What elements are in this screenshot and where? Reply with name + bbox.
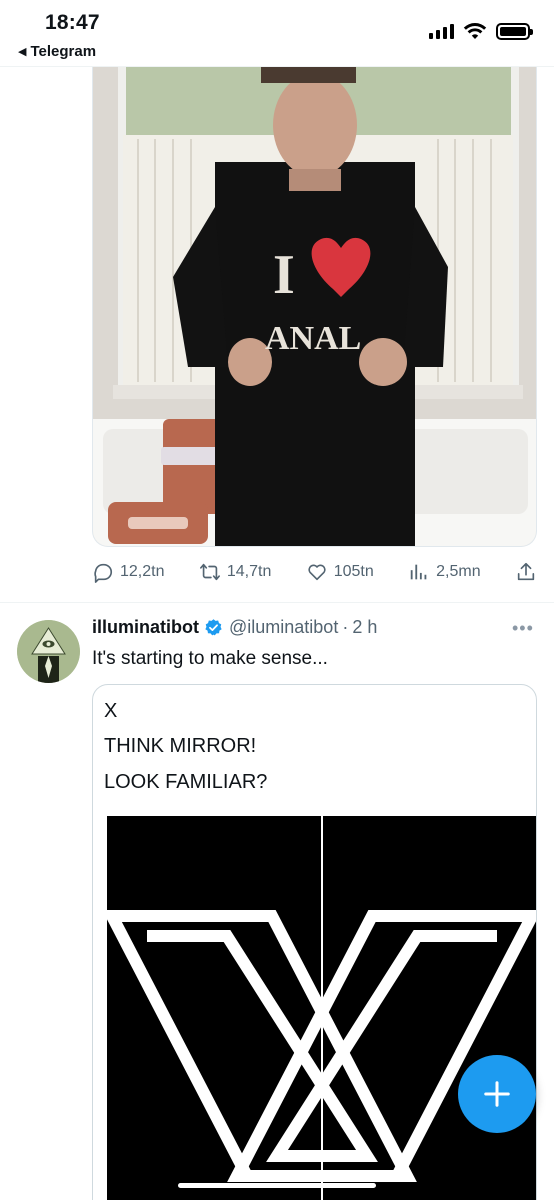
tweet-header: illuminatibot @iluminatibot · 2 h	[92, 617, 377, 638]
shirt-text: ANAL	[265, 320, 361, 357]
quote-line-1: X	[104, 700, 118, 722]
retweet-count: 14,7tn	[226, 563, 272, 580]
share-button[interactable]	[515, 561, 537, 583]
tweet-photo[interactable]: I ANAL	[92, 67, 537, 547]
avatar[interactable]	[17, 620, 80, 683]
more-options-icon[interactable]: •••	[512, 618, 534, 639]
views-chart-icon	[410, 564, 427, 580]
reply-icon	[94, 563, 113, 583]
retweet-icon	[199, 563, 220, 581]
share-icon	[517, 562, 535, 581]
reply-count: 12,2tn	[120, 563, 165, 580]
wifi-icon	[463, 23, 487, 39]
display-name[interactable]: illuminatibot	[92, 617, 199, 638]
like-button[interactable]: 105tn	[306, 561, 374, 583]
back-app-label: Telegram	[30, 43, 97, 60]
eye-pyramid-avatar-icon	[17, 620, 80, 683]
handle[interactable]: @iluminatibot	[229, 617, 338, 638]
x-logo-mirror-illustration	[102, 816, 536, 1200]
plus-icon	[484, 1081, 510, 1107]
reply-button[interactable]: 12,2tn	[92, 561, 164, 583]
separator-dot: ·	[342, 617, 349, 637]
tweet-text: It's starting to make sense...	[92, 648, 328, 669]
verified-badge-icon	[205, 619, 222, 636]
quote-line-2: THINK MIRROR!	[104, 735, 257, 757]
status-time: 18:47	[45, 11, 100, 34]
views-count: 2,5mn	[436, 563, 481, 580]
status-icons	[429, 22, 533, 40]
views-button[interactable]: 2,5mn	[408, 561, 481, 583]
compose-tweet-button[interactable]	[458, 1055, 536, 1133]
like-count: 105tn	[333, 563, 374, 580]
home-indicator[interactable]	[178, 1183, 376, 1188]
svg-text:I: I	[273, 244, 295, 306]
photo-illustration: I ANAL	[93, 67, 536, 546]
tweet-time[interactable]: 2 h	[352, 617, 377, 638]
battery-icon	[496, 22, 533, 40]
quote-line-3: LOOK FAMILIAR?	[104, 771, 268, 793]
tweet-action-bar: 12,2tn 14,7tn 105tn 2,5mn	[92, 557, 537, 587]
heart-icon	[308, 564, 326, 581]
quote-image[interactable]	[102, 816, 536, 1200]
back-arrow-icon: ◀	[18, 46, 27, 58]
retweet-button[interactable]: 14,7tn	[199, 561, 271, 583]
back-to-app-button[interactable]: ◀ Telegram	[18, 43, 96, 60]
cellular-signal-icon	[429, 23, 454, 39]
status-bar: 18:47 ◀ Telegram	[0, 0, 554, 66]
divider	[0, 602, 554, 603]
